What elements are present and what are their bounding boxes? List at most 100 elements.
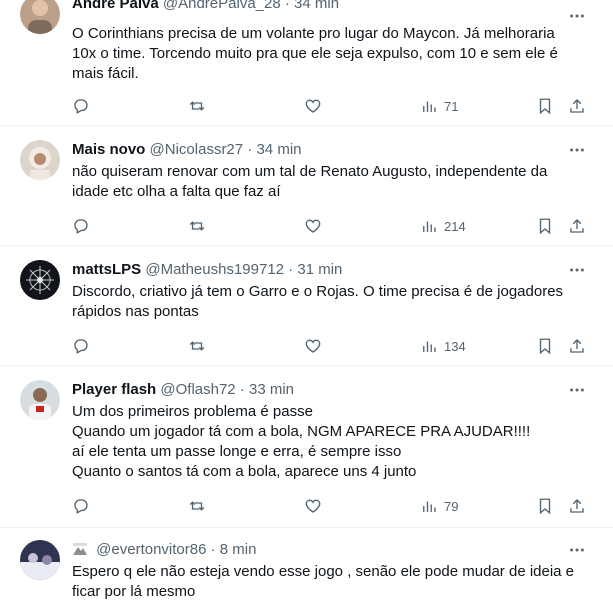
- tweet-line: Discordo, criativo já tem o Garro e o Ro…: [72, 283, 564, 300]
- like-button[interactable]: [304, 336, 322, 356]
- timestamp[interactable]: 34 min: [256, 141, 301, 158]
- analytics-icon: [423, 101, 436, 112]
- view-count: 134: [444, 338, 466, 354]
- display-name[interactable]: mattsLPS: [72, 261, 141, 278]
- tweet-line: aí ele tenta um passe longe e erra, é se…: [72, 443, 402, 460]
- bookmark-button[interactable]: [536, 496, 554, 516]
- retweet-button[interactable]: [188, 496, 206, 516]
- tweet-header: André Paiva @AndrePaiva_28 · 34 min: [72, 0, 565, 14]
- retweet-icon: [189, 501, 205, 511]
- tweet-header: Player flash @Oflash72 · 33 min: [72, 380, 565, 400]
- separator-dot: ·: [288, 261, 294, 278]
- view-count: 71: [444, 98, 459, 114]
- tweet-actions: 71: [72, 96, 592, 116]
- tweet[interactable]: André Paiva @AndrePaiva_28 · 34 min O Co…: [0, 0, 613, 126]
- user-handle[interactable]: @Matheushs199712: [145, 261, 284, 278]
- view-count: 79: [444, 498, 459, 514]
- tweet-line: mais fácil.: [72, 65, 139, 82]
- tweet-line: Quando um jogador tá com a bola, NGM APA…: [72, 423, 531, 440]
- user-handle[interactable]: @evertonvitor86: [96, 541, 206, 558]
- tweet[interactable]: mattsLPS @Matheushs199712 · 31 min Disco…: [0, 246, 613, 366]
- tweet-line: ficar por lá mesmo: [72, 583, 196, 600]
- tweet[interactable]: @evertonvitor86 · 8 min Espero q ele não…: [0, 528, 613, 614]
- retweet-button[interactable]: [188, 216, 206, 236]
- tweet[interactable]: Player flash @Oflash72 · 33 min Um dos p…: [0, 366, 613, 528]
- separator-dot: ·: [247, 141, 253, 158]
- reply-button[interactable]: [72, 496, 90, 516]
- share-button[interactable]: [568, 496, 586, 516]
- share-button[interactable]: [568, 216, 586, 236]
- user-handle[interactable]: @Oflash72: [160, 381, 235, 398]
- avatar[interactable]: [20, 140, 60, 180]
- tweet-actions: 134: [72, 336, 592, 356]
- reply-feed: André Paiva @AndrePaiva_28 · 34 min O Co…: [0, 0, 613, 614]
- tweet-line: rápidos nas pontas: [72, 303, 199, 320]
- reply-button[interactable]: [72, 336, 90, 356]
- tweet-header: Mais novo @Nicolassr27 · 34 min: [72, 140, 565, 160]
- heart-icon: [305, 99, 321, 113]
- timestamp[interactable]: 33 min: [249, 381, 294, 398]
- user-handle[interactable]: @Nicolassr27: [150, 141, 244, 158]
- separator-dot: ·: [210, 541, 216, 558]
- share-button[interactable]: [568, 336, 586, 356]
- reply-icon: [74, 99, 88, 114]
- more-icon[interactable]: [567, 260, 587, 280]
- like-button[interactable]: [304, 216, 322, 236]
- tweet-text: O Corinthians precisa de um volante pro …: [72, 24, 591, 84]
- share-button[interactable]: [568, 96, 586, 116]
- tweet-line: idade etc olha a falta que faz aí: [72, 183, 281, 200]
- separator-dot: ·: [239, 381, 245, 398]
- reply-icon: [74, 219, 88, 234]
- retweet-button[interactable]: [188, 336, 206, 356]
- tweet-text: não quiseram renovar com um tal de Renat…: [72, 162, 591, 202]
- more-icon[interactable]: [567, 380, 587, 400]
- more-icon[interactable]: [567, 540, 587, 560]
- reply-button[interactable]: [72, 96, 90, 116]
- bookmark-button[interactable]: [536, 336, 554, 356]
- bookmark-button[interactable]: [536, 216, 554, 236]
- timestamp[interactable]: 34 min: [294, 0, 339, 12]
- like-button[interactable]: [304, 496, 322, 516]
- tweet-line: Quanto o santos tá com a bola, aparece u…: [72, 463, 417, 480]
- avatar[interactable]: [20, 0, 60, 34]
- bookmark-icon: [539, 498, 551, 515]
- reply-icon: [74, 499, 88, 514]
- retweet-icon: [189, 101, 205, 111]
- tweet-line: não quiseram renovar com um tal de Renat…: [72, 163, 548, 180]
- avatar[interactable]: [20, 380, 60, 420]
- views-button[interactable]: 79: [420, 496, 458, 516]
- views-button[interactable]: 71: [420, 96, 458, 116]
- timestamp[interactable]: 31 min: [297, 261, 342, 278]
- avatar[interactable]: [20, 540, 60, 580]
- retweet-button[interactable]: [188, 96, 206, 116]
- bookmark-button[interactable]: [536, 96, 554, 116]
- retweet-icon: [189, 221, 205, 231]
- analytics-icon: [423, 341, 436, 352]
- tweet-line: Um dos primeiros problema é passe: [72, 403, 313, 420]
- view-count: 214: [444, 218, 466, 234]
- user-handle[interactable]: @AndrePaiva_28: [163, 0, 281, 12]
- avatar[interactable]: [20, 260, 60, 300]
- display-name[interactable]: Mais novo: [72, 141, 145, 158]
- heart-icon: [305, 339, 321, 353]
- tweet-text: Espero q ele não esteja vendo esse jogo …: [72, 562, 591, 602]
- retweet-icon: [189, 341, 205, 351]
- tweet[interactable]: Mais novo @Nicolassr27 · 34 min não quis…: [0, 126, 613, 246]
- share-icon: [570, 219, 584, 233]
- views-button[interactable]: 134: [420, 336, 466, 356]
- analytics-icon: [423, 501, 436, 512]
- tweet-line: O Corinthians precisa de um volante pro …: [72, 25, 555, 42]
- display-name[interactable]: André Paiva: [72, 0, 159, 12]
- reply-icon: [74, 339, 88, 354]
- more-icon[interactable]: [567, 6, 587, 26]
- views-button[interactable]: 214: [420, 216, 466, 236]
- bookmark-icon: [539, 218, 551, 235]
- like-button[interactable]: [304, 96, 322, 116]
- timestamp[interactable]: 8 min: [220, 541, 257, 558]
- reply-button[interactable]: [72, 216, 90, 236]
- display-name[interactable]: Player flash: [72, 381, 156, 398]
- heart-icon: [305, 499, 321, 513]
- more-icon[interactable]: [567, 140, 587, 160]
- tweet-actions: 214: [72, 216, 592, 236]
- bookmark-icon: [539, 338, 551, 355]
